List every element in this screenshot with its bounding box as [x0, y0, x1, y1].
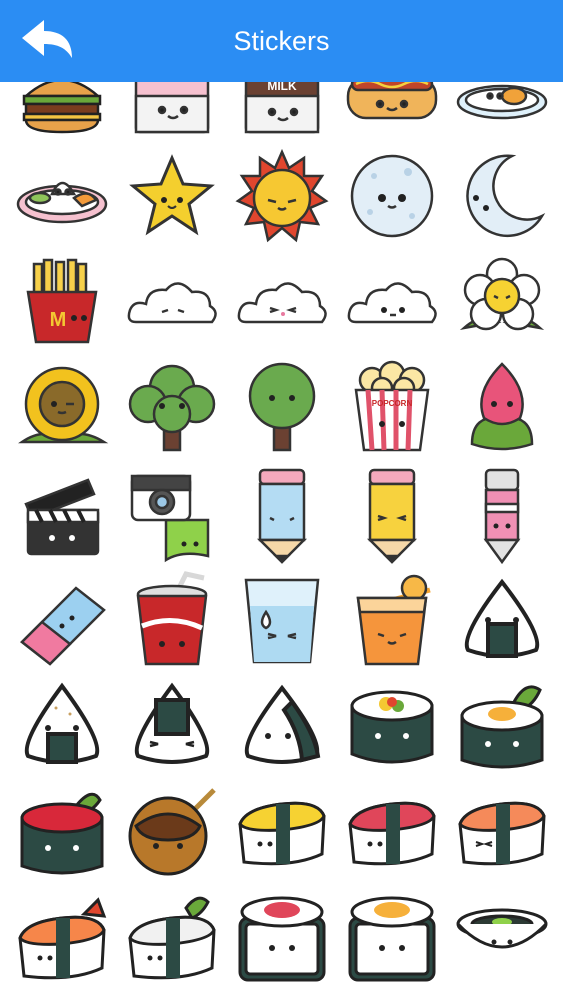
sticker-onigiri[interactable] [452, 570, 552, 670]
svg-text:M: M [50, 309, 67, 331]
sticker-yellow-pencil[interactable] [342, 464, 442, 564]
sticker-star[interactable] [122, 146, 222, 246]
sticker-instant-camera[interactable] [122, 464, 222, 564]
sticker-daisy[interactable] [452, 252, 552, 352]
sticker-takoyaki[interactable] [122, 782, 222, 882]
sticker-sun[interactable] [232, 146, 332, 246]
sticker-orange-juice[interactable] [342, 570, 442, 670]
sticker-crescent-moon[interactable] [452, 146, 552, 246]
sticker-pink-pen[interactable] [452, 464, 552, 565]
sticker-sunflower[interactable] [12, 358, 112, 458]
sticker-tuna-maki[interactable] [232, 888, 332, 988]
sticker-popcorn[interactable]: POPCORN [342, 358, 442, 458]
sticker-clapperboard[interactable] [12, 464, 112, 564]
sticker-onigiri-sesame[interactable] [12, 676, 112, 776]
sticker-onigiri-side[interactable] [232, 676, 332, 776]
sticker-full-moon[interactable] [342, 146, 442, 246]
sticker-soy-sauce-dish[interactable] [452, 888, 552, 988]
sticker-ikura-gunkan[interactable] [12, 782, 112, 882]
sticker-shrimp-nigiri[interactable] [12, 888, 112, 988]
sticker-sushi-roll[interactable] [342, 676, 442, 776]
sticker-tamago-nigiri[interactable] [232, 782, 332, 882]
sticker-onigiri-nori[interactable] [122, 676, 222, 776]
sticker-tuna-nigiri[interactable] [342, 782, 442, 882]
header-bar: Stickers [0, 0, 563, 82]
sticker-cloud-small[interactable] [122, 252, 222, 352]
sticker-squid-nigiri[interactable] [122, 888, 222, 988]
page-title: Stickers [233, 26, 330, 56]
sticker-blue-pencil[interactable] [232, 464, 332, 564]
sticker-water-glass[interactable] [232, 570, 332, 670]
sticker-grid: MILK M POPCORN [0, 52, 563, 1000]
sticker-soda-cup[interactable] [122, 570, 222, 670]
sticker-bush-tree[interactable] [122, 358, 222, 458]
sticker-cloud-pink[interactable] [232, 252, 332, 352]
sticker-salmon-maki[interactable] [342, 888, 442, 988]
sticker-cloud-round[interactable] [342, 252, 442, 352]
sticker-eraser[interactable] [12, 570, 112, 670]
sticker-flower-bud[interactable] [452, 358, 552, 458]
sticker-sushi-roll-egg[interactable] [452, 676, 552, 776]
sticker-french-fries[interactable]: M [12, 252, 112, 352]
sticker-salmon-nigiri[interactable] [452, 782, 552, 882]
sticker-rice-plate-shrimp[interactable] [12, 146, 112, 246]
sticker-round-tree[interactable] [232, 358, 332, 458]
popcorn-label: POPCORN [372, 399, 413, 408]
